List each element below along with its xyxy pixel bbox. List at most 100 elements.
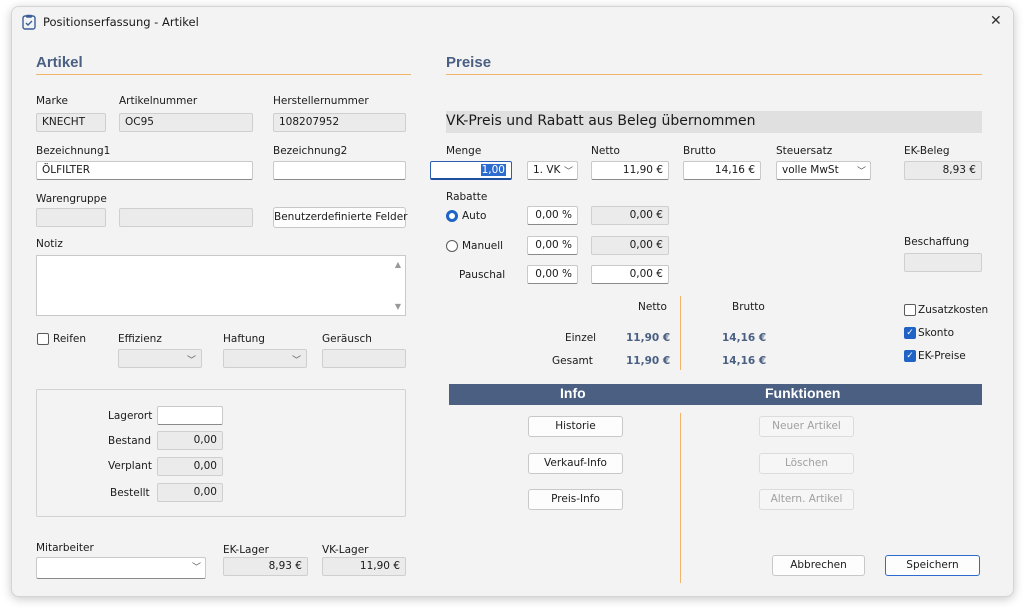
zusatzkosten-label: Zusatzkosten [918, 304, 989, 316]
menge-input[interactable]: 1,00 [430, 161, 512, 180]
scroll-up-icon[interactable]: ▲ [395, 260, 401, 269]
beleg-banner: VK-Preis und Rabatt aus Beleg übernommen [446, 111, 982, 133]
ek-beleg-label: EK-Beleg [904, 145, 950, 157]
ek-beleg-field: 8,93 € [904, 161, 982, 180]
haftung-select[interactable]: ﹀ [223, 349, 307, 368]
title-bar: Positionserfassung - Artikel ✕ [12, 7, 1013, 37]
geraeusch-label: Geräusch [322, 333, 372, 345]
lagerort-field[interactable] [157, 406, 223, 425]
window-title: Positionserfassung - Artikel [43, 15, 199, 29]
bestellt-label: Bestellt [110, 487, 150, 499]
warengruppe-field[interactable] [36, 208, 106, 227]
verplant-field: 0,00 [157, 457, 223, 476]
netto-input[interactable]: 11,90 € [591, 161, 669, 180]
chevron-down-icon: ﹀ [186, 356, 196, 366]
summary-divider [680, 296, 681, 370]
steuersatz-label: Steuersatz [776, 145, 833, 157]
herstellernummer-field[interactable]: 108207952 [273, 113, 406, 132]
info-divider [680, 413, 681, 583]
netto-label: Netto [591, 145, 620, 157]
speichern-button[interactable]: Speichern [885, 555, 980, 576]
info-funktionen-bar: Info Funktionen [449, 384, 982, 405]
einzel-brutto: 14,16 € [722, 332, 767, 344]
artikelnummer-field[interactable]: OC95 [119, 113, 253, 132]
sum-brutto-label: Brutto [732, 301, 765, 313]
bezeichnung1-field[interactable]: ÖLFILTER [36, 161, 253, 180]
pauschal-label: Pauschal [459, 269, 506, 281]
close-icon[interactable]: ✕ [990, 13, 1002, 29]
mitarbeiter-select[interactable] [36, 557, 206, 579]
pauschal-value[interactable]: 0,00 € [591, 265, 669, 284]
ek-lager-field: 8,93 € [223, 557, 308, 576]
auto-value: 0,00 € [591, 206, 669, 225]
manuell-percent[interactable]: 0,00 % [527, 236, 578, 255]
bestand-field: 0,00 [157, 431, 223, 450]
einzel-netto: 11,90 € [626, 332, 671, 344]
gesamt-label: Gesamt [552, 355, 593, 367]
dialog-window: Positionserfassung - Artikel ✕ Artikel M… [11, 6, 1014, 597]
lagerort-label: Lagerort [108, 410, 153, 422]
reifen-checkbox[interactable] [37, 333, 49, 345]
manuell-radio[interactable] [446, 240, 458, 252]
notiz-textarea[interactable]: ▲ ▼ [36, 255, 406, 316]
beschaffung-label: Beschaffung [904, 236, 970, 248]
loeschen-button[interactable]: Löschen [759, 453, 854, 474]
ek-preise-checkbox[interactable]: ✓ [904, 350, 916, 362]
chevron-down-icon: ﹀ [857, 167, 867, 177]
auto-label: Auto [462, 210, 487, 222]
historie-button[interactable]: Historie [528, 416, 623, 437]
bestellt-field: 0,00 [157, 483, 223, 502]
altern-artikel-button[interactable]: Altern. Artikel [759, 489, 854, 510]
effizienz-label: Effizienz [118, 333, 162, 345]
chevron-down-icon: ﹀ [192, 563, 202, 573]
vk-lager-field: 11,90 € [322, 557, 406, 576]
warengruppe-label: Warengruppe [36, 193, 107, 205]
einzel-label: Einzel [565, 332, 597, 344]
pauschal-percent[interactable]: 0,00 % [527, 265, 578, 284]
ek-lager-label: EK-Lager [223, 544, 269, 556]
chevron-down-icon: ﹀ [291, 356, 301, 366]
gesamt-brutto: 14,16 € [722, 355, 767, 367]
funktionen-heading: Funktionen [765, 385, 841, 401]
abbrechen-button[interactable]: Abbrechen [772, 555, 865, 576]
bezeichnung1-label: Bezeichnung1 [36, 145, 111, 157]
marke-field[interactable]: KNECHT [36, 113, 106, 132]
herstellernummer-label: Herstellernummer [273, 95, 369, 107]
skonto-label: Skonto [918, 327, 954, 339]
marke-label: Marke [36, 95, 68, 107]
effizienz-select[interactable]: ﹀ [118, 349, 202, 368]
skonto-checkbox[interactable]: ✓ [904, 327, 916, 339]
notiz-label: Notiz [36, 238, 63, 250]
haftung-label: Haftung [223, 333, 265, 345]
artikelnummer-label: Artikelnummer [119, 95, 198, 107]
custom-fields-button[interactable]: Benutzerdefinierte Felder [273, 207, 407, 228]
preis-info-button[interactable]: Preis-Info [528, 489, 623, 510]
artikel-heading: Artikel [36, 54, 83, 71]
manuell-value: 0,00 € [591, 236, 669, 255]
brutto-input[interactable]: 14,16 € [683, 161, 761, 180]
preise-divider [446, 74, 982, 75]
verkauf-info-button[interactable]: Verkauf-Info [528, 453, 623, 474]
chevron-down-icon: ﹀ [564, 167, 574, 177]
artikel-divider [36, 74, 411, 75]
scroll-down-icon[interactable]: ▼ [395, 302, 401, 311]
auto-radio[interactable] [446, 210, 458, 222]
vk-lager-label: VK-Lager [322, 544, 369, 556]
mitarbeiter-label: Mitarbeiter [36, 542, 94, 554]
geraeusch-field[interactable] [322, 349, 406, 368]
menge-label: Menge [446, 145, 482, 157]
warengruppe-name-field [119, 208, 253, 227]
reifen-label: Reifen [53, 333, 87, 345]
neuer-artikel-button[interactable]: Neuer Artikel [759, 416, 854, 437]
preise-heading: Preise [446, 54, 492, 71]
verplant-label: Verplant [108, 460, 152, 472]
sum-netto-label: Netto [638, 301, 667, 313]
brutto-label: Brutto [683, 145, 716, 157]
gesamt-netto: 11,90 € [626, 355, 671, 367]
ek-preise-label: EK-Preise [918, 350, 966, 362]
zusatzkosten-checkbox[interactable] [904, 304, 916, 316]
menge-value: 1,00 [480, 164, 506, 176]
auto-percent: 0,00 % [527, 206, 578, 225]
bezeichnung2-label: Bezeichnung2 [273, 145, 348, 157]
bezeichnung2-field[interactable] [273, 161, 406, 180]
